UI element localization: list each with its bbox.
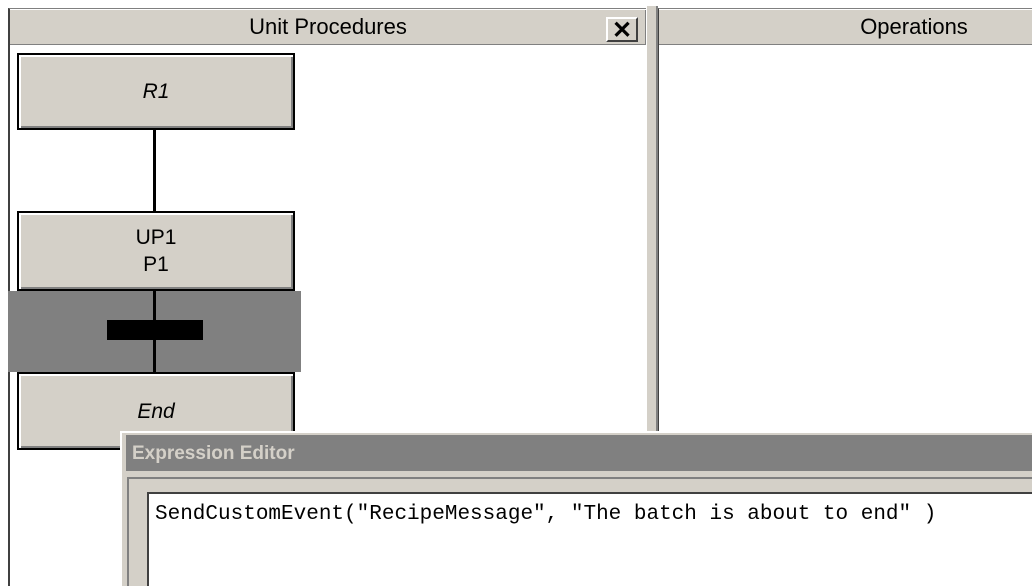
step-up1[interactable]: UP1 P1 — [17, 211, 295, 291]
expression-text: SendCustomEvent("RecipeMessage", "The ba… — [155, 503, 937, 526]
close-icon: ✕ — [611, 17, 633, 44]
operations-title: Operations — [860, 14, 968, 39]
sfc-link — [153, 130, 156, 211]
step-phase-label: P1 — [143, 253, 169, 276]
expression-editor-title: Expression Editor — [132, 443, 295, 464]
step-label: End — [137, 399, 175, 423]
step-label: UP1 — [135, 226, 177, 249]
close-pane-button[interactable]: ✕ — [606, 17, 638, 44]
step-r1[interactable]: R1 — [17, 53, 295, 130]
unit-procedures-title: Unit Procedures — [249, 14, 407, 39]
transition-marker[interactable] — [107, 320, 203, 340]
step-label: R1 — [142, 80, 170, 103]
